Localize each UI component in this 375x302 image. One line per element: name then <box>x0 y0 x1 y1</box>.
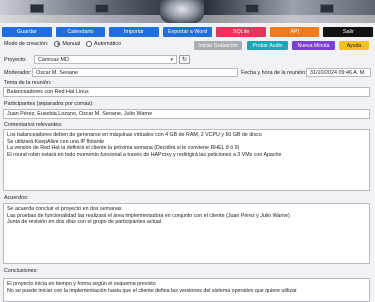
topic-field[interactable]: Balanceadores con Red Hat Linux <box>3 87 370 97</box>
topic-label: Tema de la reunión: <box>4 80 52 86</box>
sqlite-button[interactable]: SQLite <box>216 27 266 37</box>
comment-line: Se utilizará KeepAlive con una IP flotan… <box>7 138 105 145</box>
project-label: Proyecto: <box>4 57 27 63</box>
start-recording-button[interactable]: Iniciar Grabación <box>194 41 242 50</box>
new-minute-button[interactable]: Nueva Minuta <box>292 41 335 50</box>
moderator-field[interactable]: Oscar M. Seoane <box>32 68 238 77</box>
chevron-down-icon: ▾ <box>170 56 173 63</box>
agreements-label: Acuerdos: <box>4 195 29 201</box>
test-audio-button[interactable]: Probar Audio <box>247 41 288 50</box>
import-button[interactable]: Importar <box>109 27 159 37</box>
manual-radio[interactable] <box>54 41 61 47</box>
comment-line: El round robin estará en todo momento fu… <box>7 151 282 158</box>
participants-field[interactable]: Juan Pérez, Eusebia Lozano, Oscar M. Seo… <box>3 109 370 119</box>
moderator-label: Moderador: <box>4 70 32 76</box>
datetime-picker[interactable]: 31/10/2024 09:46 A. M. <box>306 68 371 77</box>
refresh-icon[interactable]: ↻ <box>179 55 190 64</box>
manual-radio-label: Manual <box>62 41 81 47</box>
agreements-textarea[interactable]: Se acuerda concluir el proyecto en dos s… <box>3 203 370 264</box>
export-word-button[interactable]: Exportar a Word <box>162 27 213 37</box>
conclusions-textarea[interactable]: El proyecto inicia en tiempo y forma seg… <box>3 278 370 302</box>
comment-line: Los balanceadores deben de generarse en … <box>7 132 262 138</box>
creation-mode-row: Modo de creación: Manual Automático <box>4 41 121 47</box>
automatic-radio-label: Automático <box>94 41 122 47</box>
agreement-line: Junta de revisión en dos días con el gru… <box>7 219 162 226</box>
comments-label: Comentarios relevantes: <box>4 122 63 128</box>
save-button[interactable]: Guardar <box>2 27 52 37</box>
conclusions-label: Conclusiones: <box>4 268 38 274</box>
help-button[interactable]: Ayuda <box>339 41 369 50</box>
datetime-label: Fecha y hora de la reunión: <box>241 70 307 76</box>
agreement-line: Se acuerda concluir el proyecto en dos s… <box>7 206 122 212</box>
main-toolbar: Guardar Calendario Importar Exportar a W… <box>2 27 374 37</box>
conclusion-line: El proyecto inicia en tiempo y forma seg… <box>7 281 156 287</box>
participants-label: Participantes (separados por comas): <box>4 101 94 107</box>
api-button[interactable]: API <box>269 27 320 37</box>
conclusion-line: No se puede iniciar con la implementació… <box>7 287 297 294</box>
comments-textarea[interactable]: Los balanceadores deben de generarse en … <box>3 129 370 191</box>
comment-line: La versión de Red Hat la definirá el cli… <box>7 145 240 152</box>
project-select-value: Cámicas MD <box>38 56 69 63</box>
automatic-radio[interactable] <box>86 41 93 47</box>
agreement-line: Las pruebas de funcionalidad las realiza… <box>7 212 290 219</box>
calendar-button[interactable]: Calendario <box>55 27 106 37</box>
header-banner-image <box>0 0 375 23</box>
creation-mode-label: Modo de creación: <box>4 41 49 47</box>
exit-button[interactable]: Salir <box>323 27 374 37</box>
project-select[interactable]: Cámicas MD ▾ <box>34 55 177 64</box>
